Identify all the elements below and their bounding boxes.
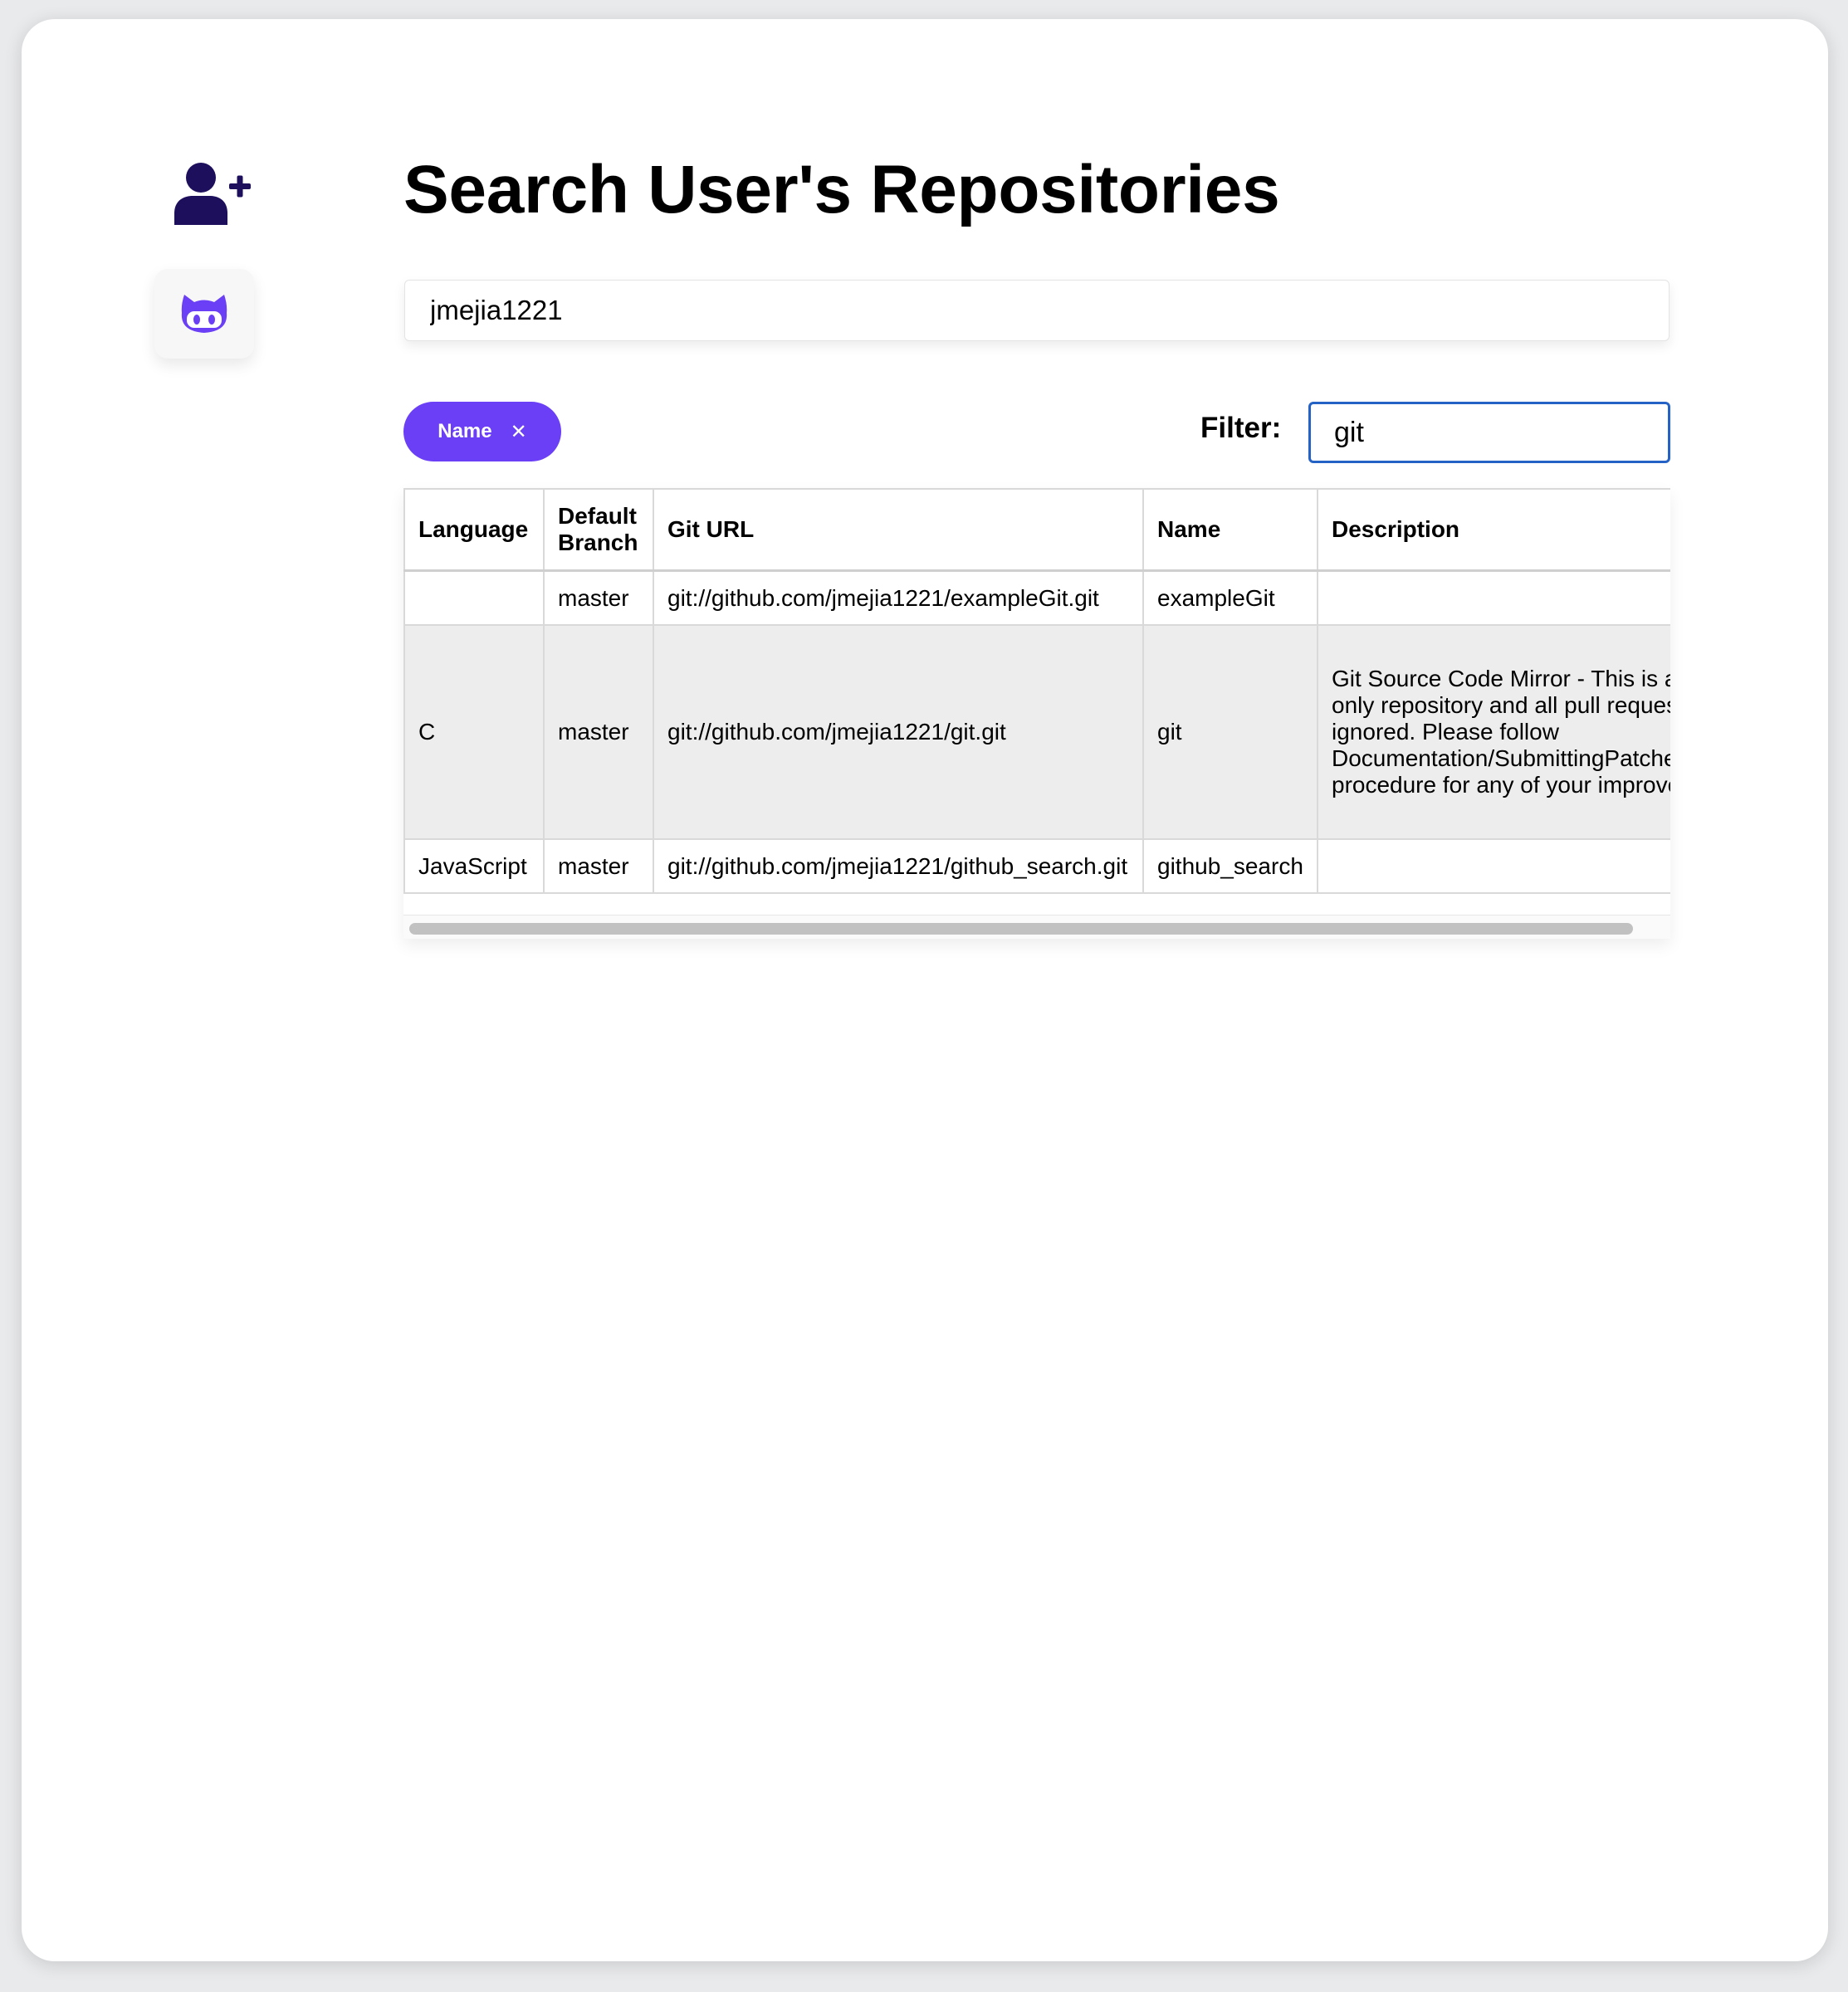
github-button[interactable]: [154, 269, 254, 359]
filter-label: Filter:: [1200, 412, 1282, 444]
table-row[interactable]: master git://github.com/jmejia1221/examp…: [403, 569, 1670, 626]
cell-git-url: git://github.com/jmejia1221/github_searc…: [653, 838, 1144, 894]
page-title: Search User's Repositories: [403, 152, 1280, 227]
cell-name: git: [1142, 624, 1318, 840]
app-window: Search User's Repositories Name ✕ Filter…: [22, 19, 1828, 1961]
cell-language: [403, 569, 545, 626]
cell-name: github_search: [1142, 838, 1318, 894]
close-icon[interactable]: ✕: [511, 422, 527, 442]
column-header-git-url[interactable]: Git URL: [653, 488, 1144, 572]
cell-language: C: [403, 624, 545, 840]
column-header-language[interactable]: Language: [403, 488, 545, 572]
cell-description: [1317, 838, 1670, 894]
cell-default-branch: master: [543, 624, 654, 840]
github-icon: [181, 295, 227, 333]
repositories-table: Language Default Branch Git URL Name Des…: [403, 488, 1670, 894]
cell-language: JavaScript: [403, 838, 545, 894]
cell-name: exampleGit: [1142, 569, 1318, 626]
column-header-name[interactable]: Name: [1142, 488, 1318, 572]
table-row[interactable]: C master git://github.com/jmejia1221/git…: [403, 624, 1670, 840]
cell-git-url: git://github.com/jmejia1221/git.git: [653, 624, 1144, 840]
cell-description: [1317, 569, 1670, 626]
cell-default-branch: master: [543, 569, 654, 626]
add-user-button[interactable]: [163, 144, 262, 243]
username-search-input[interactable]: [404, 280, 1670, 341]
column-header-description[interactable]: Description: [1317, 488, 1670, 572]
cell-git-url: git://github.com/jmejia1221/exampleGit.g…: [653, 569, 1144, 626]
table-row[interactable]: JavaScript master git://github.com/jmeji…: [403, 838, 1670, 894]
user-plus-icon: [174, 163, 251, 225]
table-header-row: Language Default Branch Git URL Name Des…: [403, 488, 1670, 572]
horizontal-scrollbar[interactable]: [403, 915, 1670, 939]
cell-default-branch: master: [543, 838, 654, 894]
column-header-default-branch[interactable]: Default Branch: [543, 488, 654, 572]
filter-chip-name[interactable]: Name ✕: [403, 402, 561, 461]
repositories-table-container: Language Default Branch Git URL Name Des…: [403, 488, 1670, 939]
filter-input[interactable]: [1308, 402, 1670, 463]
filter-chip-label: Name: [438, 420, 492, 442]
scrollbar-thumb[interactable]: [409, 923, 1633, 935]
cell-description: Git Source Code Mirror - This is a publi…: [1317, 624, 1670, 840]
